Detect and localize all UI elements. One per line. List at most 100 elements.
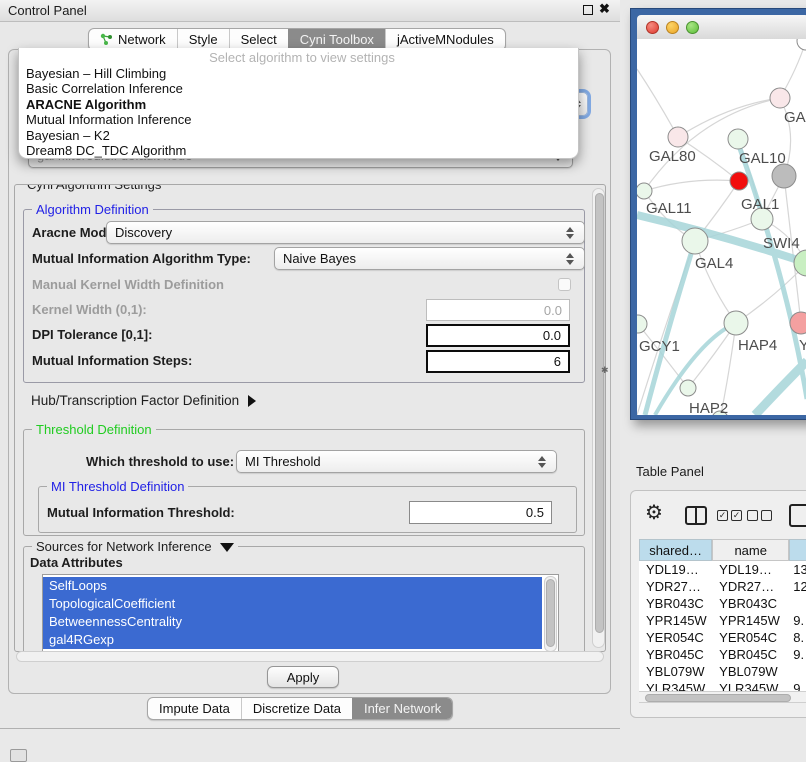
node-gal-pink[interactable] [770, 88, 790, 108]
zoom-traffic-light[interactable] [686, 21, 699, 34]
network-icon [100, 33, 113, 46]
node-swi4[interactable] [794, 250, 806, 276]
node-label: GAL4 [695, 255, 733, 272]
table-row[interactable]: YDL19… YDL19… 13 [639, 561, 806, 578]
algorithm-definition-title: Algorithm Definition [32, 202, 153, 217]
close-traffic-light[interactable] [646, 21, 659, 34]
node-gray[interactable] [772, 164, 796, 188]
mi-threshold-title: MI Threshold Definition [47, 479, 188, 494]
mi-type-combo[interactable]: Naive Bayes [274, 247, 585, 270]
hub-definition-disclosure[interactable]: Hub/Transcription Factor Definition [31, 393, 256, 408]
table-panel: ⚙ ✓✓ shared… name YDL19… YDL19… 13 YDR27… [630, 490, 806, 718]
node-label: HAP2 [689, 400, 728, 415]
mi-threshold-field[interactable]: 0.5 [409, 501, 552, 524]
split-panel-icon[interactable] [685, 506, 707, 525]
control-panel-window: Control Panel ✖ Network Style Select Cyn… [0, 0, 620, 729]
node-hap2[interactable] [680, 380, 696, 396]
list-item[interactable]: TopologicalCoefficient [43, 595, 542, 613]
settings-group-title: Cyni Algorithm Settings [23, 184, 165, 192]
sources-group: Sources for Network Inference Data Attri… [23, 546, 585, 652]
data-attributes-label: Data Attributes [30, 555, 123, 570]
minimize-traffic-light[interactable] [666, 21, 679, 34]
table-row[interactable]: YBR043C YBR043C [639, 595, 806, 612]
node-gcy1[interactable] [637, 315, 647, 333]
node-gal4[interactable] [682, 228, 708, 254]
node-label: SWI4 [763, 235, 800, 252]
tab-cyni-toolbox[interactable]: Cyni Toolbox [288, 29, 385, 50]
node-gal11[interactable] [637, 183, 652, 199]
tab-jactivemnodules[interactable]: jActiveMNodules [385, 29, 505, 50]
table-row[interactable]: YPR145W YPR145W 9. [639, 612, 806, 629]
disclosure-down-icon[interactable] [220, 543, 234, 552]
column-header-shared-name[interactable]: shared… [639, 539, 712, 561]
tab-network[interactable]: Network [89, 29, 177, 50]
mi-steps-label: Mutual Information Steps: [32, 353, 192, 368]
mi-type-label: Mutual Information Algorithm Type: [32, 251, 251, 266]
kernel-width-label: Kernel Width (0,1): [32, 302, 147, 317]
node-gal10[interactable] [728, 129, 748, 149]
list-item[interactable]: gal4RGexp [43, 631, 542, 649]
dropdown-item[interactable]: Dream8 DC_TDC Algorithm [19, 143, 578, 159]
table-row[interactable]: YDR27… YDR27… 12 [639, 578, 806, 595]
tab-style[interactable]: Style [177, 29, 229, 50]
column-header-name[interactable]: name [712, 539, 789, 561]
tab-select[interactable]: Select [229, 29, 288, 50]
manual-kernel-checkbox[interactable] [558, 278, 571, 291]
mi-steps-field[interactable]: 6 [426, 350, 570, 373]
threshold-definition-group: Threshold Definition Which threshold to … [23, 429, 585, 536]
tab-impute-data[interactable]: Impute Data [148, 698, 241, 719]
table-row[interactable]: YBR045C YBR045C 9. [639, 646, 806, 663]
dropdown-item[interactable]: Basic Correlation Inference [19, 81, 578, 97]
node-label: GCY1 [639, 338, 680, 355]
node-table: shared… name YDL19… YDL19… 13 YDR27… YDR… [639, 539, 806, 703]
mi-threshold-label: Mutual Information Threshold: [47, 505, 235, 520]
table-row[interactable]: YER054C YER054C 8. [639, 629, 806, 646]
node-label: GAL1 [741, 196, 779, 213]
network-window-titlebar [637, 15, 806, 39]
minimized-panel-icon[interactable] [10, 749, 27, 762]
dpi-tolerance-field[interactable]: 0.0 [426, 324, 570, 347]
settings-vertical-scrollbar[interactable] [592, 188, 605, 648]
node-red[interactable] [730, 172, 748, 190]
node-label: HAP4 [738, 337, 777, 354]
data-attributes-list[interactable]: SelfLoops TopologicalCoefficient Between… [42, 574, 559, 652]
table-row[interactable]: YBL079W YBL079W [639, 663, 806, 680]
network-window: GAL GAL80 GAL10 GAL11 GAL1 SWI4 GAL4 GCY… [630, 8, 806, 420]
close-icon[interactable]: ✖ [599, 1, 610, 17]
table-horizontal-scrollbar[interactable] [639, 691, 806, 703]
which-threshold-combo[interactable]: MI Threshold [236, 450, 557, 473]
node-hap4[interactable] [724, 311, 748, 335]
bottom-tab-bar: Impute Data Discretize Data Infer Networ… [147, 697, 453, 720]
hide-columns-icon[interactable] [747, 510, 772, 521]
list-scrollbar[interactable] [544, 576, 557, 652]
float-icon[interactable] [583, 5, 593, 15]
cyni-algorithm-settings-group: Cyni Algorithm Settings Algorithm Defini… [14, 184, 606, 652]
sources-title: Sources for Network Inference [32, 539, 238, 554]
dropdown-item[interactable]: Bayesian – K2 [19, 128, 578, 144]
kernel-width-field[interactable]: 0.0 [426, 299, 570, 321]
network-canvas[interactable]: GAL GAL80 GAL10 GAL11 GAL1 SWI4 GAL4 GCY… [637, 39, 806, 415]
aracne-mode-combo[interactable]: Discovery [106, 221, 585, 244]
settings-horizontal-scrollbar[interactable] [16, 651, 604, 662]
dpi-tolerance-label: DPI Tolerance [0,1]: [32, 327, 152, 342]
splitter-handle-icon[interactable]: ✱ [601, 365, 609, 376]
algorithm-definition-group: Algorithm Definition Aracne Mode: Discov… [23, 209, 585, 383]
tab-discretize-data[interactable]: Discretize Data [241, 698, 352, 719]
dropdown-item[interactable]: Bayesian – Hill Climbing [19, 66, 578, 82]
manual-kernel-label: Manual Kernel Width Definition [32, 277, 224, 292]
node-gal80[interactable] [668, 127, 688, 147]
disclosure-right-icon [248, 395, 256, 407]
apply-button[interactable]: Apply [267, 666, 339, 688]
show-columns-icon[interactable]: ✓✓ [717, 510, 742, 521]
export-table-icon[interactable] [789, 504, 806, 527]
dropdown-item-selected[interactable]: ARACNE Algorithm [19, 97, 578, 113]
tab-infer-network[interactable]: Infer Network [352, 698, 452, 719]
list-item[interactable]: SelfLoops [43, 577, 542, 595]
list-item[interactable]: BetweennessCentrality [43, 613, 542, 631]
node-partial-top[interactable] [797, 39, 806, 50]
control-panel-bottom-border [0, 728, 620, 729]
gear-icon[interactable]: ⚙ [645, 503, 663, 523]
table-body: YDL19… YDL19… 13 YDR27… YDR27… 12 YBR043… [639, 561, 806, 703]
dropdown-item[interactable]: Mutual Information Inference [19, 112, 578, 128]
column-header-partial[interactable] [789, 539, 806, 561]
